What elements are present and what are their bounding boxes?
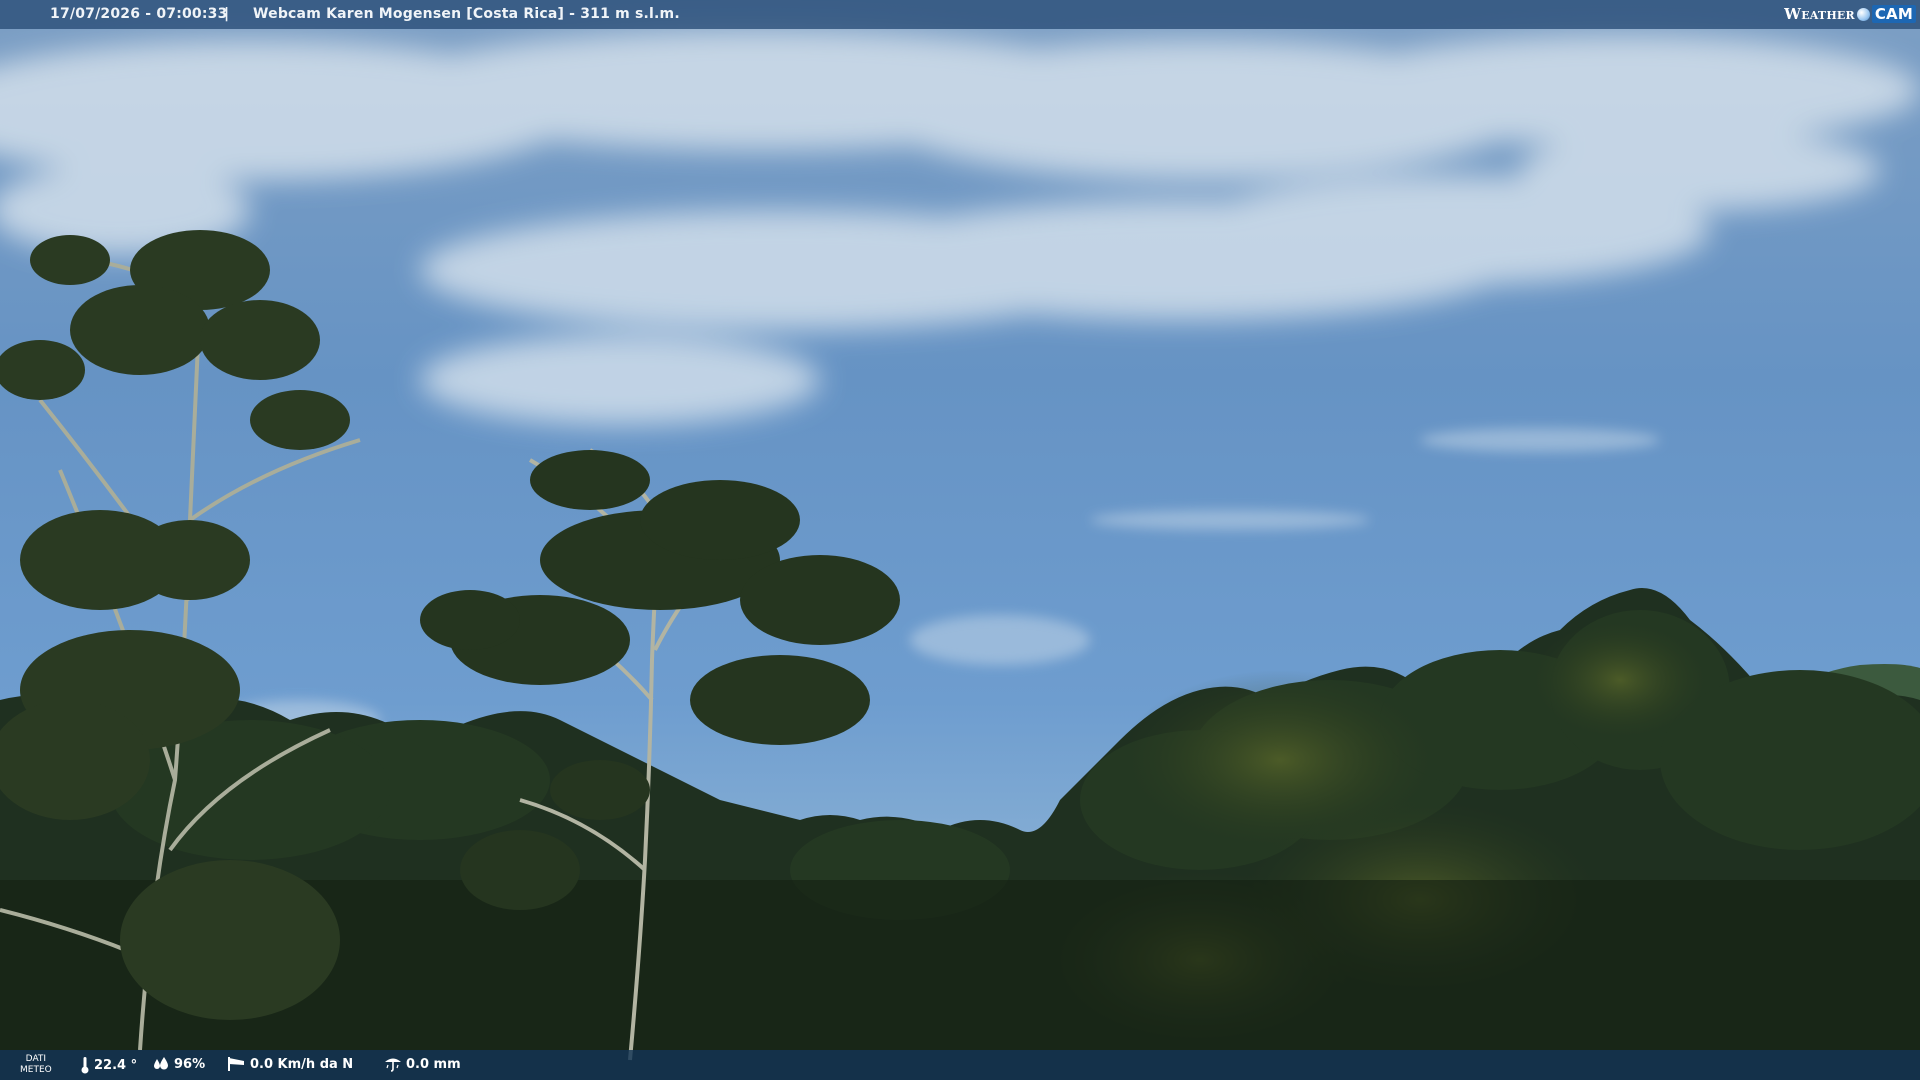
drops-icon	[154, 1057, 168, 1070]
webcam-image	[0, 0, 1920, 1080]
humidity-readout: 96%	[152, 1056, 205, 1072]
webcam-title: Webcam Karen Mogensen [Costa Rica] - 311…	[253, 6, 680, 22]
dati-label: DATI	[25, 1054, 47, 1064]
webcam-viewer: 17/07/2026 - 07:00:33 | Webcam Karen Mog…	[0, 0, 1920, 1080]
rain-gauge-icon	[385, 1058, 401, 1072]
capture-timestamp: 17/07/2026 - 07:00:33	[50, 6, 228, 22]
wind-readout: 0.0 Km/h da N	[226, 1056, 353, 1072]
logo-weather-text: Weather	[1784, 5, 1855, 23]
header-separator: |	[224, 6, 230, 22]
weather-data-bar: DATI METEO 22.4 ° 96% 0.0 Km/h da N 0.0 …	[0, 1050, 1920, 1080]
webcam-header-bar: 17/07/2026 - 07:00:33 | Webcam Karen Mog…	[0, 0, 1920, 29]
rain-readout: 0.0 mm	[384, 1056, 461, 1072]
meteo-label: METEO	[20, 1065, 52, 1075]
thermometer-icon	[81, 1057, 89, 1074]
weather-data-label: DATI METEO	[20, 1054, 52, 1076]
weathercam-logo: Weather CAM	[1784, 3, 1916, 25]
humidity-value: 96%	[174, 1056, 206, 1072]
temperature-readout: 22.4 °	[80, 1056, 137, 1074]
globe-icon	[1856, 7, 1870, 21]
wind-value: 0.0 Km/h da N	[250, 1056, 354, 1072]
windsock-icon	[228, 1057, 244, 1071]
temperature-value: 22.4 °	[94, 1057, 138, 1073]
logo-cam-text: CAM	[1871, 5, 1916, 23]
rain-value: 0.0 mm	[406, 1056, 461, 1072]
